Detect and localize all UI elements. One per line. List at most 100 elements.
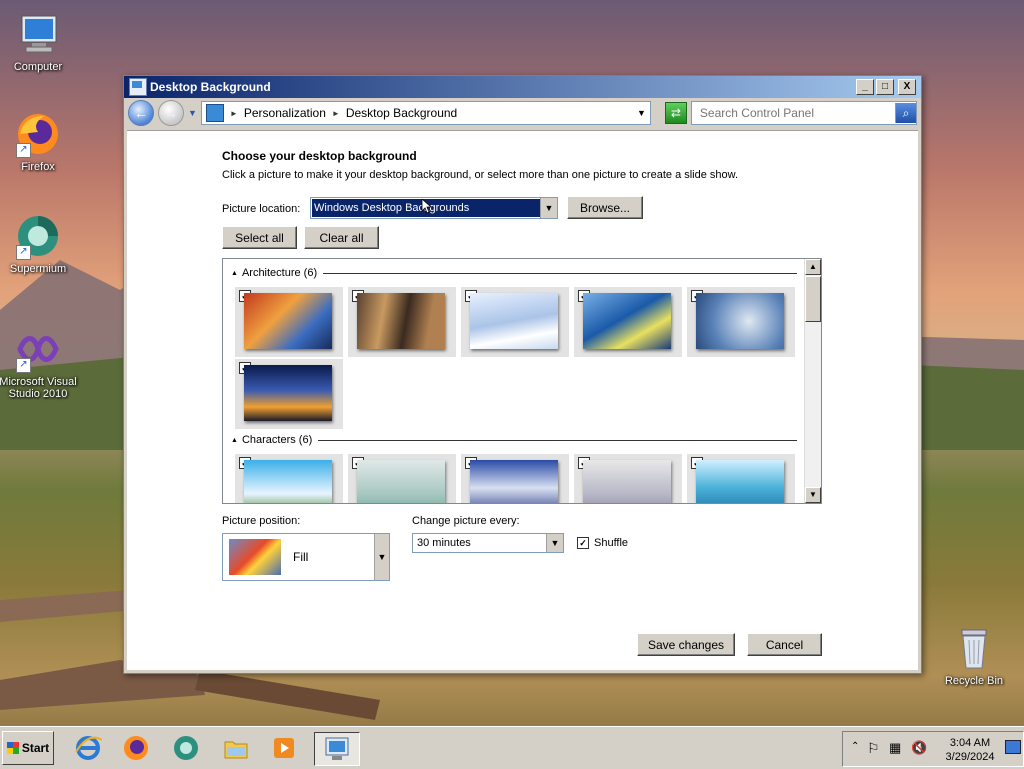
- desktop-icon-label: Recycle Bin: [944, 675, 1004, 687]
- recent-pages-chevron-down-icon[interactable]: ▼: [188, 108, 197, 118]
- search-icon[interactable]: ⌕: [895, 103, 916, 123]
- wallpaper-thumbnail: [470, 460, 558, 503]
- visual-studio-icon: ↗: [14, 325, 62, 373]
- recycle-bin-icon: [950, 624, 998, 672]
- control-panel-icon: [325, 737, 349, 760]
- desktop-icon-computer[interactable]: Computer: [0, 10, 78, 73]
- shuffle-label: Shuffle: [594, 537, 629, 549]
- wallpaper-thumbnail: [696, 293, 784, 349]
- clock-date: 3/29/2024: [945, 751, 995, 763]
- computer-icon: [14, 10, 62, 58]
- thumbnail-item[interactable]: ✓: [235, 287, 343, 357]
- address-dropdown-chevron-down-icon[interactable]: ▼: [637, 108, 646, 118]
- picture-position-select[interactable]: Fill ▼: [222, 533, 390, 581]
- refresh-button[interactable]: ⇄: [664, 102, 687, 124]
- thumbnail-item[interactable]: ✓: [687, 287, 795, 357]
- picture-location-select[interactable]: Windows Desktop Backgrounds ▼: [310, 197, 558, 219]
- thumbnail-item[interactable]: ✓: [235, 359, 343, 429]
- title-bar[interactable]: Desktop Background _ □ X: [124, 76, 921, 98]
- thumbnail-item[interactable]: ✓: [348, 287, 456, 357]
- start-button[interactable]: Start: [2, 731, 54, 765]
- supermium-icon[interactable]: [168, 732, 204, 764]
- group-header-architecture[interactable]: ▲ Architecture (6): [231, 267, 797, 279]
- window-title: Desktop Background: [150, 80, 271, 94]
- thumbnail-item[interactable]: ✓: [461, 454, 569, 503]
- shuffle-check-icon[interactable]: ✓: [577, 537, 589, 549]
- breadcrumb-desktop-background[interactable]: Desktop Background: [346, 106, 457, 120]
- back-arrow-icon: ←: [134, 105, 148, 121]
- page-title: Choose your desktop background: [222, 149, 417, 163]
- thumbnail-item[interactable]: ✓: [348, 454, 456, 503]
- desktop-icon-supermium[interactable]: ↗ Supermium: [0, 212, 78, 275]
- explorer-folder-icon[interactable]: [218, 732, 254, 764]
- shortcut-arrow-icon: ↗: [16, 358, 31, 373]
- browse-button[interactable]: Browse...: [567, 196, 643, 219]
- volume-muted-icon[interactable]: 🔇: [911, 740, 927, 756]
- chevron-down-icon[interactable]: ▼: [546, 534, 563, 552]
- wallpaper-thumbnail: [244, 293, 332, 349]
- chevron-right-icon[interactable]: ►: [230, 109, 238, 118]
- scroll-up-arrow-icon[interactable]: ▲: [805, 259, 821, 275]
- desktop-icon-visual-studio[interactable]: ↗ Microsoft Visual Studio 2010: [0, 325, 78, 400]
- address-bar[interactable]: ► Personalization ► Desktop Background ▼: [200, 101, 651, 125]
- group-title: Architecture (6): [241, 267, 318, 279]
- show-desktop-icon[interactable]: [1005, 740, 1021, 754]
- collapse-triangle-icon: ▲: [231, 269, 238, 277]
- refresh-icon: ⇄: [670, 106, 681, 120]
- thumbnail-item[interactable]: ✓: [461, 287, 569, 357]
- gallery-scrollbar[interactable]: ▲ ▼: [804, 259, 821, 503]
- breadcrumb-personalization[interactable]: Personalization: [244, 106, 326, 120]
- desktop-icon-recycle-bin[interactable]: Recycle Bin: [934, 624, 1014, 687]
- desktop-background-window: Desktop Background _ □ X ← → ▼ ► Persona…: [123, 75, 922, 674]
- thumbnail-item[interactable]: ✓: [574, 454, 682, 503]
- close-button[interactable]: X: [898, 79, 916, 95]
- desktop-icon-label: Firefox: [21, 161, 55, 173]
- minimize-button[interactable]: _: [856, 79, 874, 95]
- shuffle-checkbox[interactable]: ✓ Shuffle: [577, 537, 628, 549]
- clear-all-button[interactable]: Clear all: [304, 226, 379, 249]
- group-header-characters[interactable]: ▲ Characters (6): [231, 434, 797, 446]
- start-label: Start: [21, 741, 50, 755]
- wallpaper-thumbnail: [357, 293, 445, 349]
- desktop-icon-label: Computer: [13, 61, 63, 73]
- media-player-icon[interactable]: [266, 732, 302, 764]
- internet-explorer-icon[interactable]: [70, 732, 106, 764]
- control-panel-taskbar-button[interactable]: [314, 732, 360, 766]
- content-area: Choose your desktop background Click a p…: [127, 130, 918, 670]
- thumbnail-item[interactable]: ✓: [235, 454, 343, 503]
- select-all-button[interactable]: Select all: [222, 226, 297, 249]
- windows-flag-icon: [6, 742, 19, 754]
- scroll-down-arrow-icon[interactable]: ▼: [805, 487, 821, 503]
- wallpaper-thumbnail: [357, 460, 445, 503]
- shortcut-arrow-icon: ↗: [16, 143, 31, 158]
- show-hidden-icons-chevron-up-icon[interactable]: ⌃: [851, 741, 859, 752]
- background-gallery: ▲ Architecture (6) ✓ ✓ ✓ ✓ ✓ ✓ ▲ Charact…: [222, 258, 822, 504]
- page-description: Click a picture to make it your desktop …: [222, 169, 739, 181]
- search-box[interactable]: ⌕: [690, 101, 917, 125]
- action-center-flag-icon[interactable]: ⚐: [867, 740, 880, 757]
- taskbar: Start ⌃ ⚐ ▦ 🔇 3:04 AM 3/29/2024: [0, 726, 1024, 769]
- chevron-down-icon[interactable]: ▼: [540, 198, 557, 218]
- desktop-icon-label: Supermium: [9, 263, 67, 275]
- save-changes-button[interactable]: Save changes: [637, 633, 735, 656]
- scrollbar-thumb[interactable]: [805, 276, 821, 322]
- chevron-down-icon[interactable]: ▼: [374, 534, 389, 580]
- firefox-icon[interactable]: [118, 732, 154, 764]
- control-panel-icon: [205, 104, 224, 122]
- group-title: Characters (6): [241, 434, 313, 446]
- cancel-button[interactable]: Cancel: [747, 633, 822, 656]
- maximize-button[interactable]: □: [876, 79, 894, 95]
- change-picture-every-select[interactable]: 30 minutes ▼: [412, 533, 564, 553]
- taskbar-clock[interactable]: 3:04 AM 3/29/2024: [935, 736, 1005, 764]
- network-icon[interactable]: ▦: [889, 740, 901, 756]
- thumbnail-item[interactable]: ✓: [687, 454, 795, 503]
- wallpaper-thumbnail: [470, 293, 558, 349]
- wallpaper-thumbnail: [696, 460, 784, 503]
- firefox-icon: ↗: [14, 110, 62, 158]
- search-input[interactable]: [697, 105, 895, 121]
- chevron-right-icon[interactable]: ►: [332, 109, 340, 118]
- forward-button[interactable]: →: [158, 100, 184, 126]
- desktop-icon-firefox[interactable]: ↗ Firefox: [0, 110, 78, 173]
- thumbnail-item[interactable]: ✓: [574, 287, 682, 357]
- back-button[interactable]: ←: [128, 100, 154, 126]
